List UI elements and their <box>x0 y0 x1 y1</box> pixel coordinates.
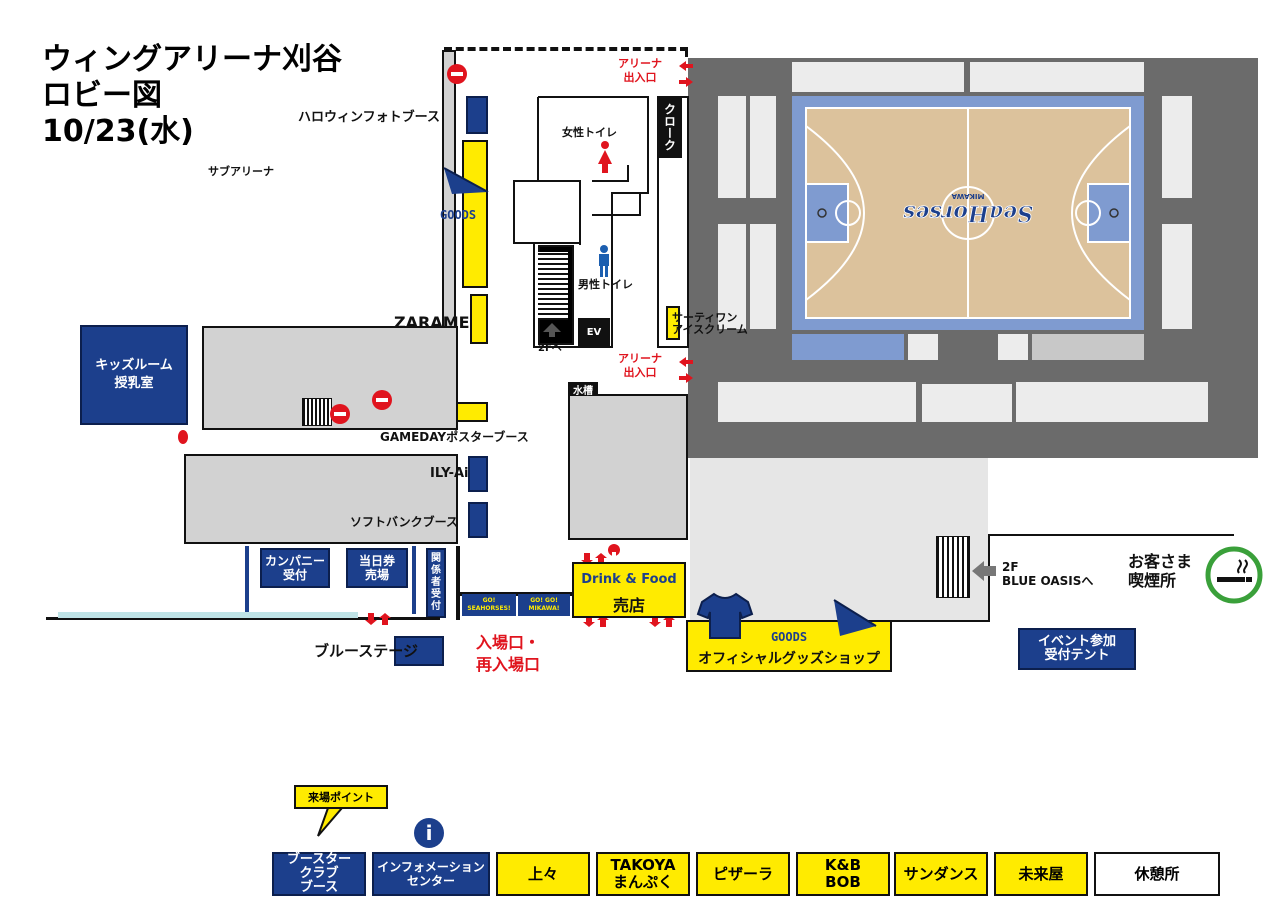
goods-flag-icon <box>833 599 877 636</box>
callout-pointer <box>317 808 344 837</box>
glass-wall <box>58 612 358 618</box>
seating-block <box>718 382 916 422</box>
no-entry-icon <box>447 64 467 84</box>
no-entry-icon <box>608 544 620 556</box>
ily-ai-label: ILY-Ai <box>430 466 469 481</box>
no-entry-icon <box>330 404 350 424</box>
male-toilet-icon <box>599 245 609 277</box>
ily-ai-booth <box>468 456 488 492</box>
gameday-poster-booth <box>456 402 488 422</box>
legend-shop-pizzala: ピザーラ <box>696 852 790 896</box>
seating-block <box>750 224 776 329</box>
red-arrow-right-icon <box>679 373 693 383</box>
male-toilet-label: 男性トイレ <box>578 278 633 291</box>
banner-go-seahorses: GO! SEAHORSES! <box>462 594 516 616</box>
halloween-photo-booth <box>466 96 488 134</box>
arena-entrance-mid-label: アリーナ 出入口 <box>618 352 662 379</box>
seating-block <box>970 62 1144 92</box>
basketball-court: SeaHorses MIKAWA <box>805 107 1131 319</box>
red-arrows-icon <box>365 613 391 625</box>
arrow-left-icon <box>972 561 996 581</box>
courtside-seats <box>908 334 938 360</box>
wall <box>456 546 460 620</box>
seating-block <box>1162 96 1192 198</box>
seating-block <box>792 62 964 92</box>
map-title-line2: ロビー図 <box>42 78 162 113</box>
visit-point-callout: 来場ポイント <box>294 785 388 809</box>
goods-flag-icon <box>443 167 489 194</box>
seating-block <box>1162 224 1192 329</box>
blue-oasis-label: 2F BLUE OASISへ <box>1002 560 1094 588</box>
map-date: 10/23(水) <box>42 114 194 149</box>
drink-food-en-label: Drink & Food <box>581 572 677 587</box>
kids-room: キッズルーム 授乳室 <box>80 325 188 425</box>
courtside-seats <box>1032 334 1144 360</box>
arena-entrance-top-label: アリーナ 出入口 <box>618 57 662 84</box>
seating-block <box>922 384 1012 422</box>
smoking-icon <box>1205 546 1263 604</box>
thirty-one-label: サーティワン アイスクリーム <box>672 311 748 336</box>
softbank-label: ソフトバンクブース <box>350 515 459 529</box>
no-entry-icon <box>372 390 392 410</box>
water-tank-room <box>568 394 688 540</box>
smoking-area-label: お客さま 喫煙所 <box>1128 552 1193 590</box>
sub-arena-label: サブアリーナ <box>208 165 274 178</box>
courtside-seats <box>792 334 904 360</box>
gameday-poster-label: GAMEDAYポスターブース <box>380 430 529 444</box>
female-toilet-icon <box>598 141 612 173</box>
entrance-line <box>444 47 688 51</box>
cloak-room: クローク <box>658 96 682 158</box>
court-logo-sub: MIKAWA <box>951 192 985 200</box>
red-arrow-left-icon <box>679 357 693 367</box>
stairs-blue-oasis <box>936 536 970 598</box>
stairs-to-2f <box>538 252 568 320</box>
no-entry-icon <box>178 430 188 444</box>
to-2f-label: 2Fへ <box>538 343 562 354</box>
wall <box>685 47 688 57</box>
divider-rail <box>245 546 249 614</box>
blue-stage-label: ブルーステージ <box>314 642 418 660</box>
same-day-ticket-booth: 当日券 売場 <box>346 548 408 588</box>
zarame-booth <box>470 294 488 344</box>
elevator: EV <box>578 318 610 346</box>
legend-shop-sundance: サンダンス <box>894 852 988 896</box>
legend-booster-club-booth: ブースター クラブ ブース <box>272 852 366 896</box>
goods-shop-ja-label: オフィシャルグッズショップ <box>698 651 880 667</box>
courtside-seats <box>998 334 1028 360</box>
t-shirt-icon <box>696 592 754 639</box>
legend-rest-area: 休憩所 <box>1094 852 1220 896</box>
seating-block <box>1016 382 1208 422</box>
wall <box>988 534 1234 536</box>
legend-shop-takoya: TAKOYA まんぷく <box>596 852 690 896</box>
drink-food-stand: Drink & Food 売店 <box>572 562 686 618</box>
legend-shop-miraiya: 未来屋 <box>994 852 1088 896</box>
legend-information-center: インフォメーション センター <box>372 852 490 896</box>
red-arrow-right-icon <box>679 77 693 87</box>
gray-building <box>184 454 458 544</box>
stairs <box>302 398 332 426</box>
water-tank-label: 水槽 <box>568 382 598 397</box>
softbank-booth <box>468 502 488 538</box>
legend-shop-kb-bob: K&B BOB <box>796 852 890 896</box>
legend-shop-jojo: 上々 <box>496 852 590 896</box>
info-icon: i <box>414 818 444 848</box>
banner-go-mikawa: GO! GO! MIKAWA! <box>518 594 570 616</box>
goods-flag-label: GOODS <box>440 208 477 222</box>
female-toilet-label: 女性トイレ <box>562 126 617 139</box>
halloween-booth-label: ハロウィンフォトブース <box>298 110 440 125</box>
divider-rail <box>412 546 416 614</box>
red-arrow-left-icon <box>679 61 693 71</box>
company-reception-booth: カンパニー 受付 <box>260 548 330 588</box>
event-tent-booth: イベント参加 受付テント <box>1018 628 1136 670</box>
drink-food-ja-label: 売店 <box>612 596 645 615</box>
seating-block <box>750 96 776 198</box>
arrow-up-icon <box>543 323 561 337</box>
seating-block <box>718 96 746 198</box>
entrance-label: 入場口・ 再入場口 <box>476 633 541 674</box>
map-title-line1: ウィングアリーナ刈谷 <box>42 42 342 77</box>
staff-reception-booth: 関 係 者 受 付 <box>426 548 446 618</box>
court-logo-text: SeaHorses <box>903 200 1033 226</box>
